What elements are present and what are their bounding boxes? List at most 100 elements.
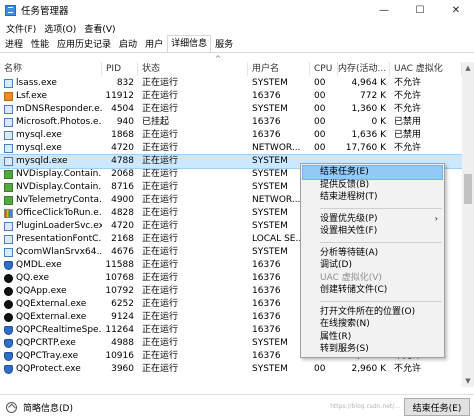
process-name: QQApp.exe <box>16 286 67 296</box>
context-menu-item[interactable]: 在线搜索(N) <box>301 318 444 331</box>
process-user-cell: 16376 <box>252 91 281 101</box>
table-row[interactable]: Microsoft.Photos.e... 940 已挂起 16376 00 0 K 已禁用 <box>0 116 462 129</box>
process-user-cell: SYSTEM <box>252 104 288 114</box>
process-uac-cell: 不允许 <box>394 364 422 374</box>
process-icon <box>4 131 13 140</box>
table-row[interactable]: mDNSResponder.e... 4504 正在运行 SYSTEM 00 1,360 … <box>0 103 462 116</box>
tab-users[interactable]: 用户 <box>141 37 167 52</box>
fewer-details-link[interactable]: 简略信息(D) <box>23 401 73 414</box>
process-status-cell: 正在运行 <box>142 208 179 218</box>
process-status-cell: 正在运行 <box>142 195 179 205</box>
column-pid[interactable]: PID <box>102 62 138 76</box>
table-row[interactable]: lsass.exe 832 正在运行 SYSTEM 00 4,964 K 不允许 <box>0 77 462 90</box>
context-menu-label: 分析等待链(A) <box>320 247 379 258</box>
column-memory[interactable]: 内存(活动... <box>338 62 390 76</box>
process-cpu-cell: 00 <box>314 364 326 374</box>
process-pid-cell: 4828 <box>111 208 134 218</box>
menu-file[interactable]: 文件(F) <box>2 22 40 35</box>
tab-processes[interactable]: 进程 <box>1 37 27 52</box>
process-icon <box>4 183 13 192</box>
process-icon <box>4 287 13 296</box>
tab-startup[interactable]: 启动 <box>115 37 141 52</box>
context-menu: 结束任务(E) 提供反馈(B) 结束进程树(T) 设置优先级(P) › 设置相关性(F) 分… <box>300 163 445 358</box>
collapse-chevron-icon[interactable] <box>6 401 17 413</box>
process-name: PresentationFontC... <box>16 234 102 244</box>
process-icon <box>4 248 13 257</box>
tab-performance[interactable]: 性能 <box>27 37 53 52</box>
process-name: QQExternal.exe <box>16 299 87 309</box>
context-menu-item[interactable]: 分析等待链(A) <box>301 247 444 260</box>
process-icon <box>4 118 13 127</box>
process-icon <box>4 157 13 166</box>
tab-services[interactable]: 服务 <box>211 37 237 52</box>
process-name-cell: mDNSResponder.e... <box>0 103 102 116</box>
menu-view[interactable]: 查看(V) <box>80 22 119 35</box>
context-menu-item[interactable]: 调试(D) <box>301 259 444 272</box>
process-name-cell: OfficeClickToRun.e... <box>0 207 102 220</box>
window-controls: — ☐ ✕ <box>366 0 474 20</box>
table-row[interactable]: mysql.exe 1868 正在运行 16376 00 1,636 K 已禁用 <box>0 129 462 142</box>
process-icon <box>4 196 13 205</box>
maximize-button[interactable]: ☐ <box>402 0 438 20</box>
tab-app-history[interactable]: 应用历史记录 <box>53 37 115 52</box>
process-cpu-cell: 00 <box>314 104 326 114</box>
process-status-cell: 正在运行 <box>142 247 179 257</box>
context-menu-item[interactable]: 设置优先级(P) › <box>301 213 444 226</box>
process-name: mysql.exe <box>16 130 62 140</box>
process-pid-cell: 832 <box>116 78 134 88</box>
menu-separator <box>320 241 442 243</box>
scroll-thumb[interactable] <box>464 174 472 204</box>
process-name-cell: QQPCRealtimeSpe... <box>0 324 102 337</box>
table-row[interactable]: mysql.exe 4720 正在运行 NETWOR... 00 17,760 K 不允许 <box>0 142 462 155</box>
column-cpu[interactable]: CPU <box>310 62 338 76</box>
process-mem-cell: 0 K <box>371 117 387 127</box>
process-mem-cell: 1,360 K <box>351 104 386 114</box>
process-pid-cell: 4720 <box>111 143 134 153</box>
process-pid-cell: 4720 <box>111 221 134 231</box>
column-status[interactable]: 状态 <box>138 62 248 76</box>
process-icon <box>4 352 13 361</box>
menu-options[interactable]: 选项(O) <box>40 22 80 35</box>
context-menu-item[interactable]: 结束进程树(T) <box>301 191 444 204</box>
scroll-down-icon[interactable]: ▼ <box>462 375 474 387</box>
window-title: 任务管理器 <box>21 6 69 17</box>
context-menu-item[interactable]: 属性(R) <box>301 331 444 344</box>
process-name-cell: PluginLoaderSvc.exe <box>0 220 102 233</box>
context-menu-item[interactable]: 提供反馈(B) <box>301 179 444 192</box>
context-menu-item[interactable]: 结束任务(E) <box>302 165 443 180</box>
process-name: NvTelemetryConta... <box>16 195 102 205</box>
process-icon <box>4 170 13 179</box>
vertical-scrollbar[interactable]: ▲ ▼ <box>462 62 474 387</box>
process-mem-cell: 2,960 K <box>351 364 386 374</box>
tab-details[interactable]: 详细信息 <box>167 35 212 52</box>
process-name: NVDisplay.Contain... <box>16 169 102 179</box>
process-status-cell: 正在运行 <box>142 104 179 114</box>
context-menu-item[interactable]: 打开文件所在的位置(O) <box>301 306 444 319</box>
process-name: lsass.exe <box>16 78 57 88</box>
column-uac[interactable]: UAC 虚拟化 <box>390 62 462 76</box>
process-status-cell: 正在运行 <box>142 234 179 244</box>
table-row[interactable]: Lsf.exe 11912 正在运行 16376 00 772 K 不允许 <box>0 90 462 103</box>
context-menu-item[interactable]: 设置相关性(F) <box>301 225 444 238</box>
tab-bar: 进程 性能 应用历史记录 启动 用户 详细信息 服务 <box>0 35 474 53</box>
end-task-button[interactable]: 结束任务(E) <box>404 398 470 416</box>
process-name-cell: QQProtect.exe <box>0 363 102 376</box>
process-name: Microsoft.Photos.e... <box>16 117 102 127</box>
process-uac-cell: 不允许 <box>394 78 422 88</box>
process-name: QQPCTray.exe <box>16 351 79 361</box>
scroll-up-icon[interactable]: ▲ <box>462 62 474 74</box>
process-pid-cell: 1868 <box>111 130 134 140</box>
close-button[interactable]: ✕ <box>438 0 474 20</box>
process-name: QQPCRealtimeSpe... <box>16 325 102 335</box>
column-user[interactable]: 用户名 <box>248 62 310 76</box>
column-name[interactable]: 名称 <box>0 62 102 76</box>
process-uac-cell: 已禁用 <box>394 117 422 127</box>
submenu-arrow-icon: › <box>434 213 438 223</box>
context-menu-item[interactable]: 创建转储文件(C) <box>301 284 444 297</box>
process-name-cell: QMDL.exe <box>0 259 102 272</box>
minimize-button[interactable]: — <box>366 0 402 20</box>
context-menu-item[interactable]: 转到服务(S) <box>301 343 444 356</box>
process-status-cell: 正在运行 <box>142 78 179 88</box>
table-row[interactable]: QQProtect.exe 3960 正在运行 SYSTEM 00 2,960 K 不允许 <box>0 363 462 376</box>
process-pid-cell: 4788 <box>111 156 134 166</box>
